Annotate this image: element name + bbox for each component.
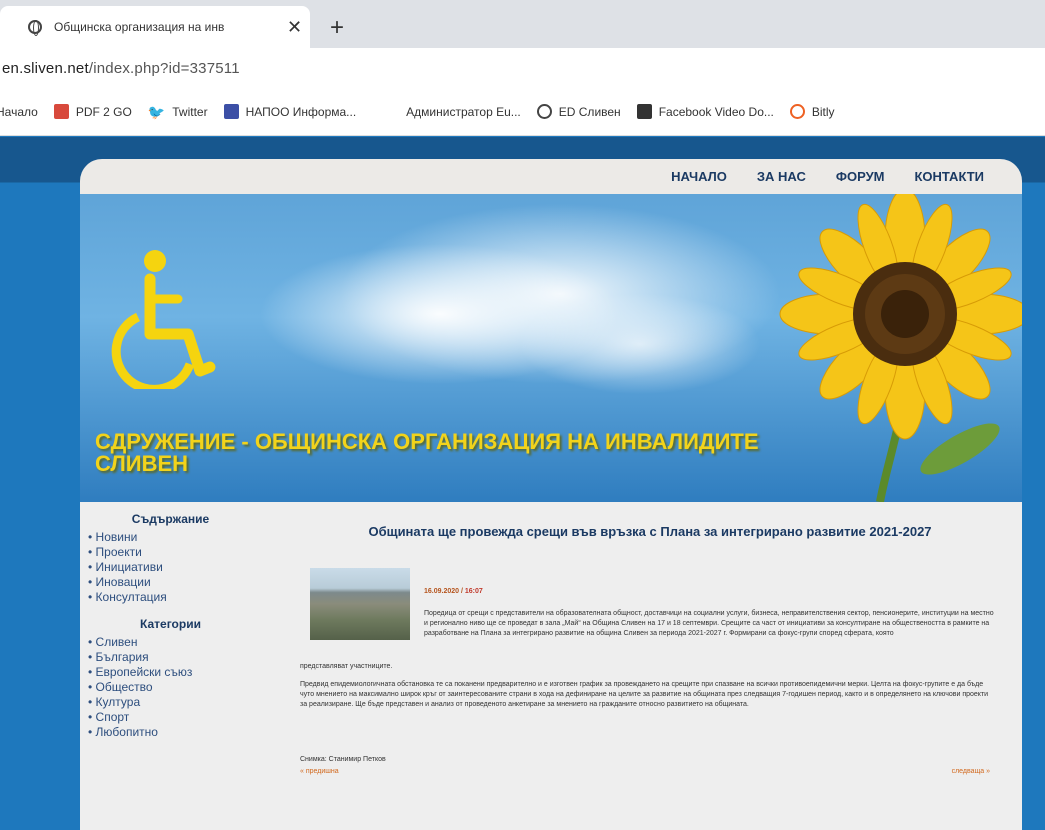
new-tab-button[interactable]: + (330, 14, 344, 42)
napoo-icon (223, 104, 239, 119)
category-curious[interactable]: Любопитно (88, 725, 278, 740)
category-eu[interactable]: Европейски съюз (88, 665, 278, 680)
categories-heading: Категории (140, 617, 201, 631)
site-nav: НАЧАЛО ЗА НАС ФОРУМ КОНТАКТИ (80, 159, 1022, 194)
header-banner: СДРУЖЕНИЕ - ОБЩИНСКА ОРГАНИЗАЦИЯ НА ИНВА… (80, 194, 1022, 502)
organization-title-line1: СДРУЖЕНИЕ - ОБЩИНСКА ОРГАНИЗАЦИЯ НА ИНВА… (95, 429, 759, 454)
bookmark-label: ED Сливен (558, 104, 621, 119)
sidebar-item-innovations[interactable]: Иновации (88, 575, 278, 590)
url-domain: en.sliven.net (2, 59, 89, 77)
pdf2go-icon (53, 104, 69, 119)
browser-tab[interactable]: Общинска организация на инв ✕ (0, 6, 310, 48)
bookmark-label: Начало (0, 104, 38, 119)
article-photo[interactable] (310, 568, 410, 640)
article: Общината ще провежда срещи във връзка с … (300, 502, 1000, 775)
facebook-video-icon (636, 104, 652, 119)
article-paragraph: Предвид епидемиологичната обстановка те … (300, 681, 989, 708)
article-paragraph: Поредица от срещи с представители на обр… (424, 610, 994, 637)
sidebar-item-projects[interactable]: Проекти (88, 545, 278, 560)
bookmark-label: Bitly (811, 104, 835, 119)
sidebar-item-news[interactable]: Новини (88, 530, 278, 545)
bitly-icon (789, 104, 805, 119)
contents-list: Новини Проекти Инициативи Иновации Консу… (88, 530, 278, 605)
wheelchair-icon (111, 250, 216, 389)
address-bar[interactable]: en.sliven.net/index.php?id=337511 (0, 48, 1045, 88)
photo-credit: Снимка: Станимир Петков (300, 756, 386, 763)
organization-title: СДРУЖЕНИЕ - ОБЩИНСКА ОРГАНИЗАЦИЯ НА ИНВА… (95, 431, 795, 475)
categories-list: Сливен България Европейски съюз Общество… (88, 635, 278, 740)
globe-icon (28, 20, 42, 36)
article-title: Общината ще провежда срещи във връзка с … (368, 524, 932, 539)
twitter-icon: 🐦 (147, 104, 166, 120)
url-path: /index.php?id=337511 (88, 59, 240, 77)
bookmark-home[interactable]: Начало (0, 105, 38, 119)
nav-forum[interactable]: ФОРУМ (836, 169, 885, 184)
bookmark-label: Facebook Video Do... (658, 104, 774, 119)
bookmark-pdf2go[interactable]: PDF 2 GO (53, 104, 132, 119)
globe-icon (536, 104, 552, 119)
nav-contacts[interactable]: КОНТАКТИ (915, 169, 985, 184)
next-link[interactable]: следваща » (952, 768, 990, 775)
browser-tab-bar: Общинска организация на инв ✕ + (0, 0, 1045, 48)
category-sliven[interactable]: Сливен (88, 635, 278, 650)
previous-link[interactable]: « предишна (300, 768, 339, 775)
bookmark-label: Администратор Еu... (406, 104, 521, 119)
sidebar-item-initiatives[interactable]: Инициативи (88, 560, 278, 575)
nav-home[interactable]: НАЧАЛО (671, 169, 727, 184)
contents-heading: Съдържание (131, 512, 210, 526)
bookmarks-bar: Начало PDF 2 GO 🐦 Twitter НАПОО Информа.… (0, 88, 1045, 136)
bookmark-facebook-video[interactable]: Facebook Video Do... (636, 104, 774, 119)
close-tab-icon[interactable]: ✕ (287, 17, 302, 38)
bookmark-ed-sliven[interactable]: ED Сливен (536, 104, 621, 119)
bookmark-bitly[interactable]: Bitly (789, 104, 835, 119)
bookmark-label: Twitter (172, 104, 208, 119)
web-page: НАЧАЛО ЗА НАС ФОРУМ КОНТАКТИ СДРУЖЕНИЕ -… (0, 137, 1045, 830)
bookmark-napoo[interactable]: НАПОО Информа... (223, 104, 357, 119)
url-text[interactable]: en.sliven.net/index.php?id=337511 (0, 60, 240, 77)
sidebar-item-consultation[interactable]: Консултация (88, 590, 278, 605)
category-sport[interactable]: Спорт (88, 710, 278, 725)
article-date: 16.09.2020 / 16:07 (424, 588, 483, 595)
tab-title: Общинска организация на инв (54, 20, 225, 34)
category-bulgaria[interactable]: България (88, 650, 278, 665)
article-paragraph-end: представляват участниците. (300, 663, 393, 670)
main-content: Съдържание Новини Проекти Инициативи Ино… (80, 502, 1022, 830)
nav-about[interactable]: ЗА НАС (757, 169, 806, 184)
category-society[interactable]: Общество (88, 680, 278, 695)
sidebar: Съдържание Новини Проекти Инициативи Ино… (88, 512, 278, 752)
bookmark-twitter[interactable]: 🐦 Twitter (147, 104, 208, 120)
article-time: 16:07 (464, 588, 483, 595)
organization-title-line2: СЛИВЕН (95, 451, 189, 476)
category-culture[interactable]: Култура (88, 695, 278, 710)
article-date-value: 16.09.2020 (424, 588, 460, 595)
bookmark-label: PDF 2 GO (75, 104, 132, 119)
bookmark-label: НАПОО Информа... (245, 104, 357, 119)
bookmark-admin[interactable]: Администратор Еu... (406, 105, 521, 119)
